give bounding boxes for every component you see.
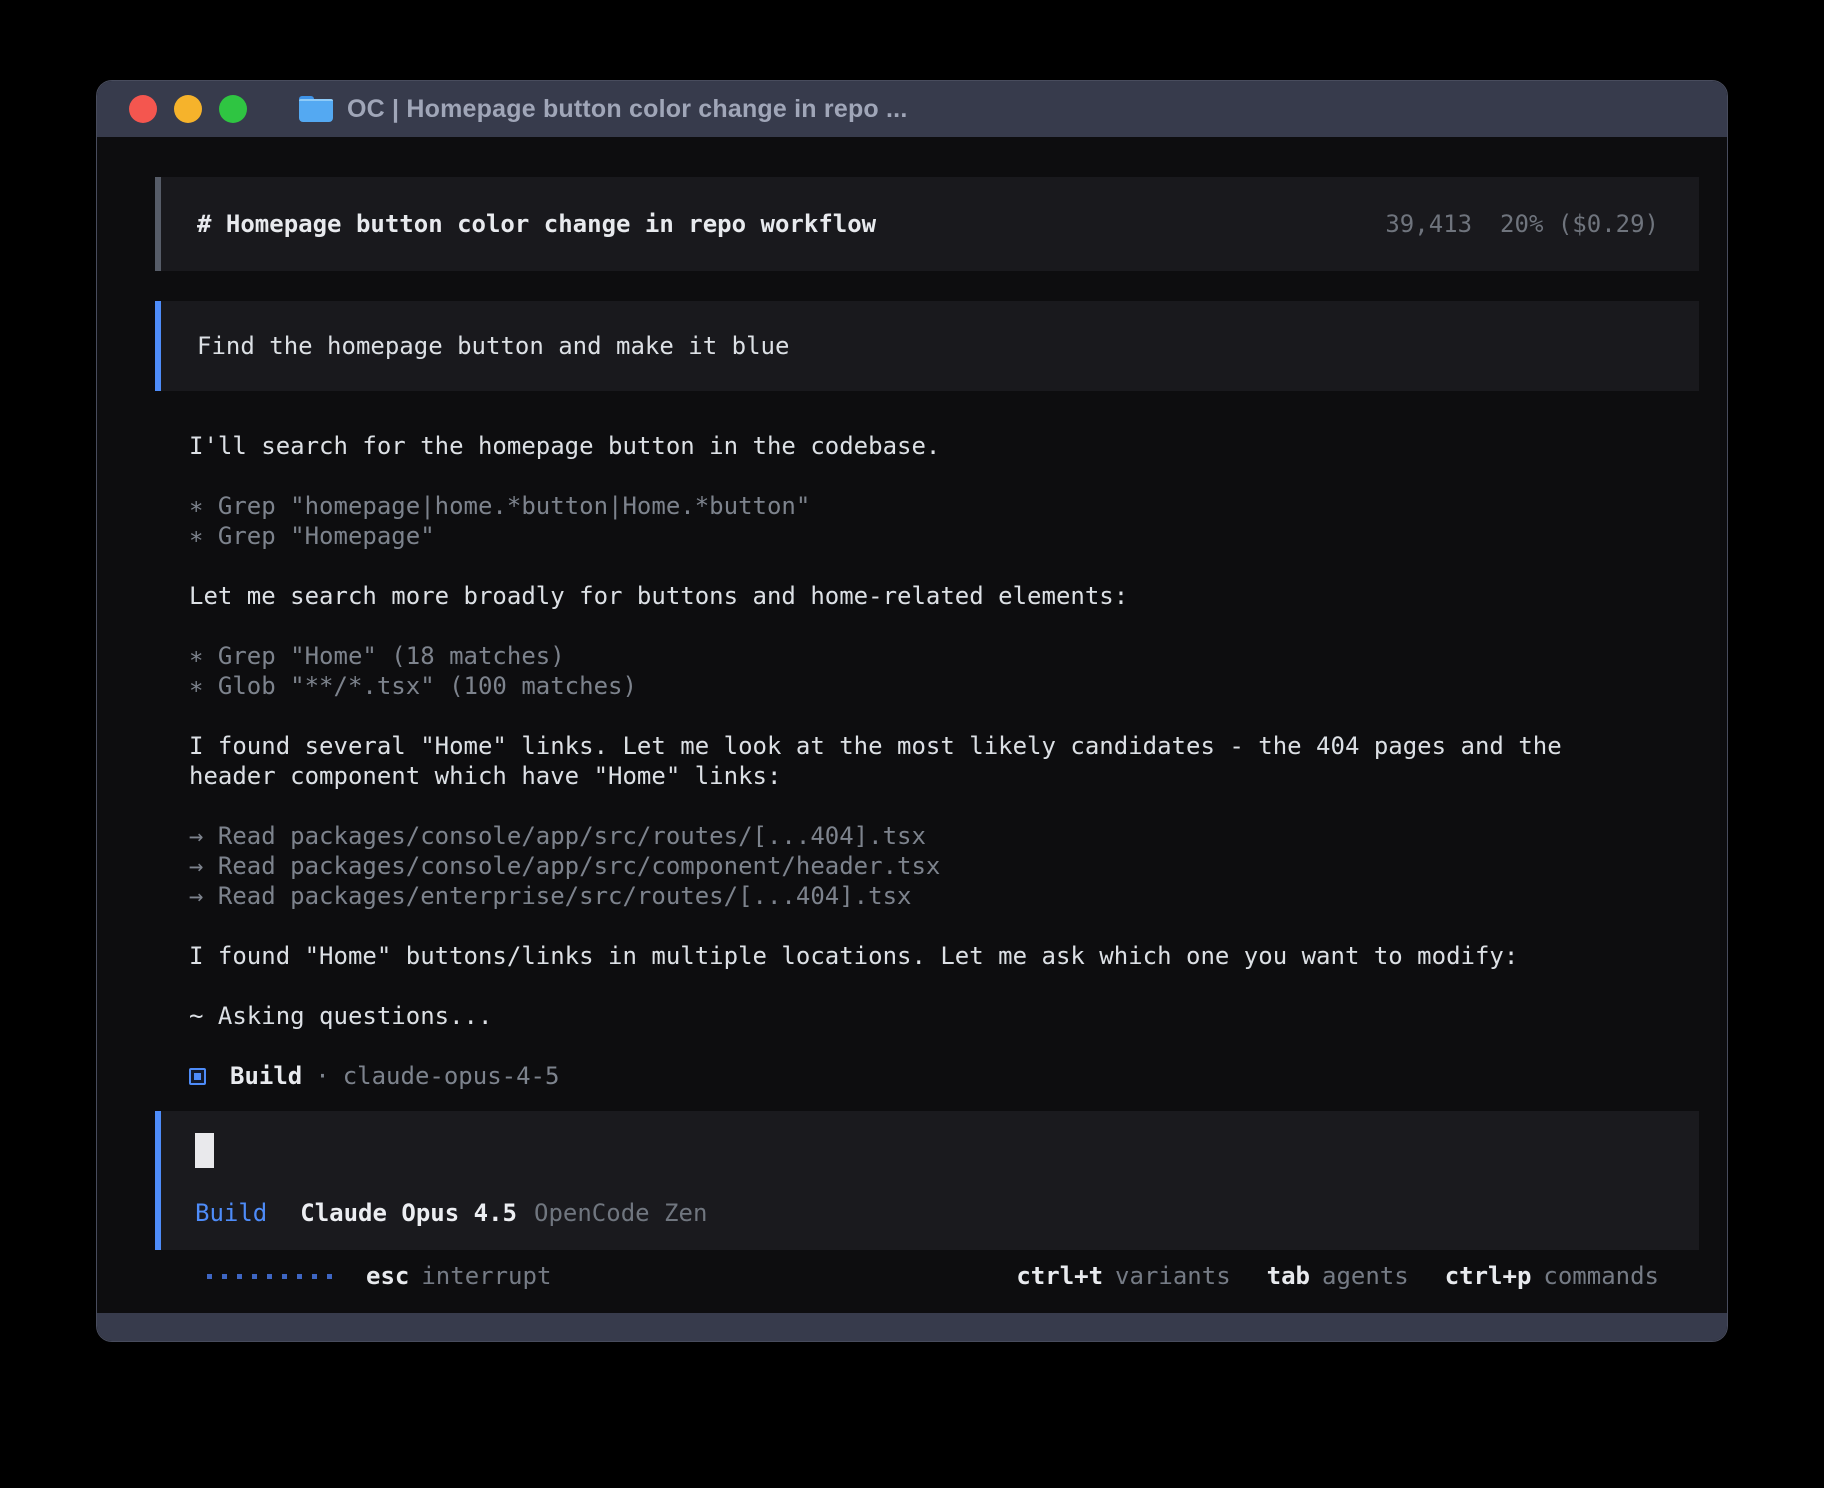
tool-call-read: → Read packages/console/app/src/componen… — [189, 851, 1699, 881]
agent-name: Build — [230, 1061, 302, 1091]
esc-key-label: interrupt — [421, 1261, 551, 1291]
shortcut-commands: ctrl+p commands — [1445, 1261, 1659, 1291]
user-message: Find the homepage button and make it blu… — [155, 301, 1699, 391]
shortcut-variants: ctrl+t variants — [1016, 1261, 1230, 1291]
token-count: 39,413 — [1385, 210, 1472, 238]
tool-call-read: → Read packages/enterprise/src/routes/[.… — [189, 881, 1699, 911]
shortcut-label: variants — [1115, 1261, 1231, 1291]
shortcut-label: commands — [1543, 1261, 1659, 1291]
assistant-text: Let me search more broadly for buttons a… — [189, 581, 1699, 611]
folder-icon — [299, 96, 333, 122]
session-header: # Homepage button color change in repo w… — [155, 177, 1699, 271]
tool-call-glob: ∗ Glob "**/*.tsx" (100 matches) — [189, 671, 1699, 701]
window-title: OC | Homepage button color change in rep… — [347, 95, 907, 124]
spinner-dots-icon — [207, 1274, 332, 1279]
tool-call-grep: ∗ Grep "Home" (18 matches) — [189, 641, 1699, 671]
assistant-text: I found "Home" buttons/links in multiple… — [189, 941, 1699, 971]
zoom-button[interactable] — [219, 95, 247, 123]
text-cursor — [195, 1133, 214, 1168]
agent-task-row: Build · claude-opus-4-5 — [189, 1061, 1699, 1091]
terminal-content: # Homepage button color change in repo w… — [97, 137, 1727, 1313]
minimize-button[interactable] — [174, 95, 202, 123]
mode-indicator[interactable]: Build — [195, 1198, 267, 1228]
shortcut-key: ctrl+p — [1445, 1261, 1532, 1291]
status-left: esc interrupt — [207, 1261, 551, 1291]
status-right: ctrl+t variants tab agents ctrl+p comman… — [1016, 1261, 1659, 1291]
tool-call-read: → Read packages/console/app/src/routes/[… — [189, 821, 1699, 851]
agent-task-icon — [189, 1068, 206, 1085]
status-bar: esc interrupt ctrl+t variants tab agents… — [155, 1250, 1699, 1302]
context-usage: 20% ($0.29) — [1500, 210, 1659, 238]
shortcut-key: tab — [1267, 1261, 1310, 1291]
assistant-text: I'll search for the homepage button in t… — [189, 431, 1699, 461]
session-title: # Homepage button color change in repo w… — [197, 209, 876, 239]
shortcut-label: agents — [1322, 1261, 1409, 1291]
assistant-text: I found several "Home" links. Let me loo… — [189, 731, 1619, 791]
agent-model: claude-opus-4-5 — [343, 1061, 560, 1091]
provider-indicator: OpenCode Zen — [534, 1198, 707, 1228]
close-button[interactable] — [129, 95, 157, 123]
terminal-window: OC | Homepage button color change in rep… — [96, 80, 1728, 1342]
tool-call-grep: ∗ Grep "Homepage" — [189, 521, 1699, 551]
working-status: ~ Asking questions... — [189, 1001, 1699, 1031]
assistant-output: I'll search for the homepage button in t… — [155, 431, 1699, 1091]
user-message-text: Find the homepage button and make it blu… — [197, 332, 789, 360]
shortcut-key: ctrl+t — [1016, 1261, 1103, 1291]
tool-call-grep: ∗ Grep "homepage|home.*button|Home.*butt… — [189, 491, 1699, 521]
traffic-lights — [129, 95, 247, 123]
separator-dot: · — [315, 1061, 329, 1091]
esc-key-hint: esc — [366, 1261, 409, 1291]
window-titlebar[interactable]: OC | Homepage button color change in rep… — [97, 81, 1727, 137]
model-indicator[interactable]: Claude Opus 4.5 — [300, 1198, 517, 1228]
window-bottom-chrome — [97, 1313, 1727, 1341]
session-stats: 39,413 20% ($0.29) — [1385, 209, 1659, 239]
shortcut-agents: tab agents — [1267, 1261, 1409, 1291]
input-footer: Build Claude Opus 4.5 OpenCode Zen — [195, 1198, 1659, 1228]
prompt-input[interactable]: Build Claude Opus 4.5 OpenCode Zen — [155, 1111, 1699, 1250]
